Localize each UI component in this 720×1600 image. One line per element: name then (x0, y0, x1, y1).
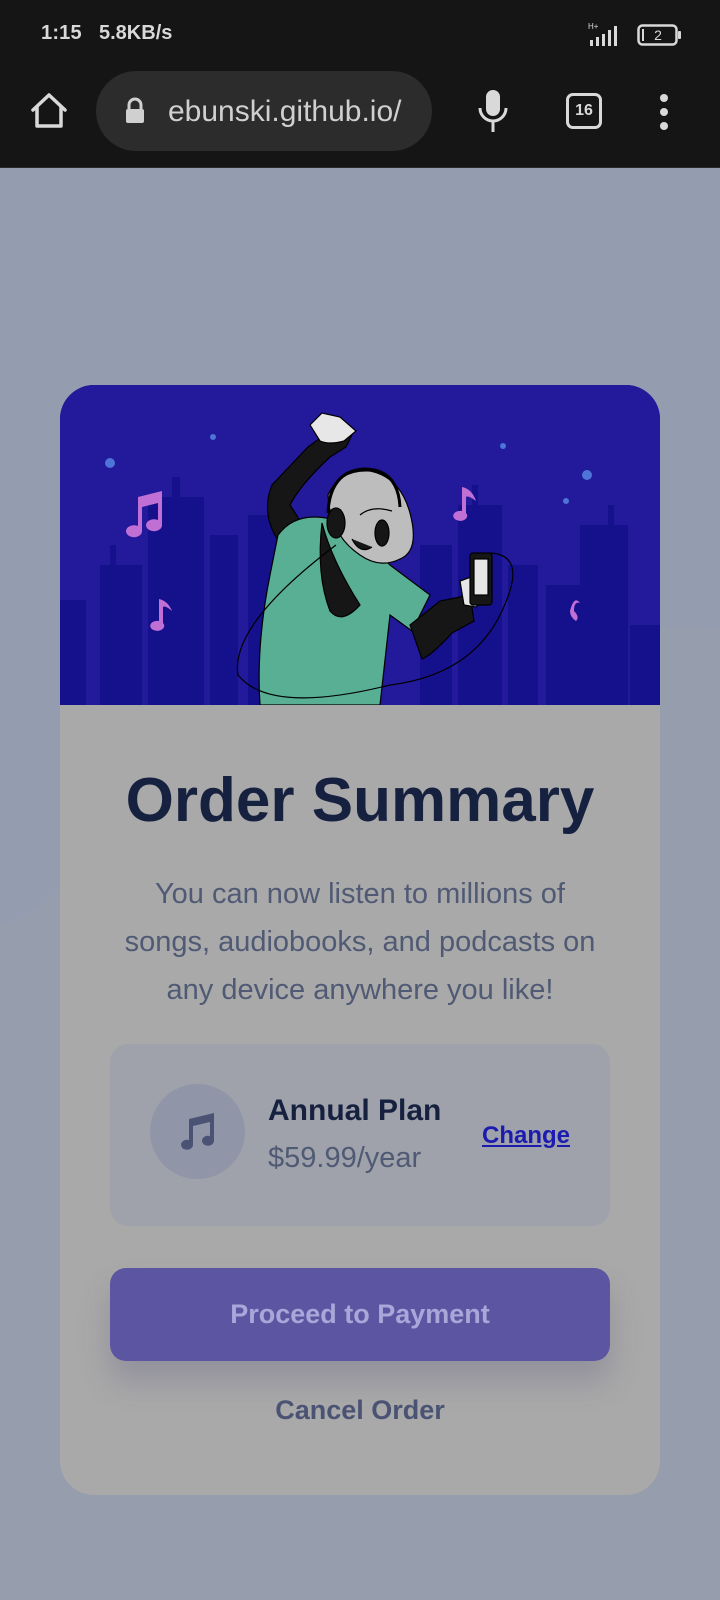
status-bar: 1:15 5.8KB/s H+ 2 (0, 0, 720, 70)
plan-name: Annual Plan (268, 1094, 442, 1127)
more-options-icon[interactable] (650, 92, 678, 132)
home-icon[interactable] (26, 88, 72, 134)
page-background: Order Summary You can now listen to mill… (0, 168, 720, 1600)
battery-icon: 2 (637, 24, 683, 46)
network-speed: 5.8KB/s (99, 22, 173, 44)
plan-box: Annual Plan $59.99/year Change (110, 1044, 610, 1226)
proceed-to-payment-button[interactable]: Proceed to Payment (110, 1268, 610, 1361)
status-time: 1:15 (41, 22, 82, 44)
lock-icon (126, 97, 144, 123)
card-title: Order Summary (125, 766, 595, 835)
microphone-icon[interactable] (474, 86, 512, 136)
tab-switcher-button[interactable]: 16 (566, 93, 602, 129)
battery-level: 2 (654, 27, 662, 43)
url-text: ebunski.github.io/ (168, 95, 402, 128)
signal-icon: H+ (588, 22, 617, 46)
change-plan-link[interactable]: Change (482, 1122, 570, 1150)
address-bar[interactable]: ebunski.github.io/ (96, 71, 432, 151)
svg-text:H+: H+ (588, 22, 599, 31)
card-description: You can now listen to millions of songs,… (124, 878, 596, 1006)
browser-toolbar: ebunski.github.io/ 16 (0, 70, 720, 168)
music-listener-illustration (60, 385, 660, 705)
plan-price: $59.99/year (268, 1142, 422, 1174)
order-summary-card: Order Summary You can now listen to mill… (60, 385, 660, 1495)
cancel-order-button[interactable]: Cancel Order (110, 1385, 610, 1435)
music-note-icon (181, 1113, 214, 1150)
plan-icon-circle (150, 1084, 245, 1179)
